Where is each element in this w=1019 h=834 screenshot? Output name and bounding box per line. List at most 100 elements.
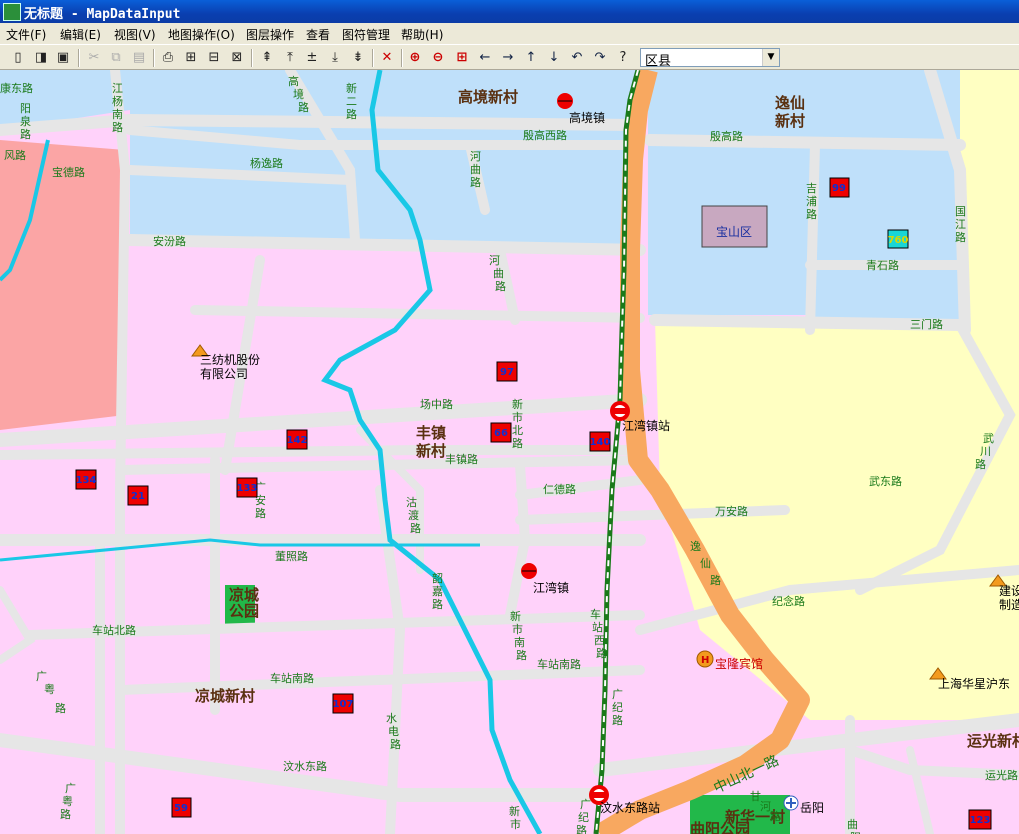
- help-icon[interactable]: ?: [613, 48, 633, 68]
- menu-edit[interactable]: 编辑(E): [60, 26, 101, 43]
- road-jiangyangnan-3: 南: [112, 108, 123, 121]
- road-yangquan-3: 路: [20, 128, 31, 141]
- menu-map-operation[interactable]: 地图操作(O): [168, 26, 235, 43]
- poi-jianshe-line2: 制造: [999, 598, 1019, 612]
- road-qingshi: 青石路: [866, 259, 899, 272]
- chevron-down-icon[interactable]: ▼: [762, 49, 779, 66]
- road-yixian-1: 逸: [690, 540, 701, 553]
- open-icon[interactable]: ◨: [31, 48, 51, 68]
- road-xiner-3: 路: [346, 108, 357, 121]
- map-canvas[interactable]: 宝山区 高境新村 逸仙 新村 丰镇 新村 凉城 公园 凉城新村 运光新村 曲阳公…: [0, 70, 1019, 834]
- road-shaoguang-2: 嘉: [432, 584, 443, 598]
- menu-file[interactable]: 文件(F): [6, 26, 46, 43]
- road-fengl: 风路: [4, 149, 26, 162]
- pan-up-icon[interactable]: ↑: [521, 48, 541, 68]
- add-area-layer-icon[interactable]: ⊠: [227, 48, 247, 68]
- road-xinshibei-1: 新: [512, 397, 523, 411]
- road-chezhanxi-4: 路: [596, 647, 607, 660]
- road-chezhanxi-3: 西: [594, 634, 605, 647]
- road-changzhong: 场中路: [420, 397, 453, 411]
- road-hequ2-1: 河: [489, 254, 500, 267]
- add-line-layer-icon[interactable]: ⊟: [204, 48, 224, 68]
- layer-middle-icon[interactable]: ±: [302, 48, 322, 68]
- area-fengzhen-xincun-line1: 丰镇: [416, 424, 446, 442]
- road-guangao-3: 路: [55, 702, 66, 715]
- title-bar[interactable]: 无标题 - MapDataInput: [0, 0, 1019, 23]
- layer-down-icon[interactable]: ⇟: [348, 48, 368, 68]
- menu-help[interactable]: 帮助(H): [401, 26, 443, 43]
- toolbar-separator: [372, 49, 374, 67]
- toolbar-separator: [251, 49, 253, 67]
- cut-icon[interactable]: ✂: [84, 48, 104, 68]
- number-marker: 59: [174, 803, 188, 814]
- road-jipu-3: 路: [806, 208, 817, 221]
- new-icon[interactable]: ▯: [8, 48, 28, 68]
- road-yingao: 殷高路: [710, 129, 743, 143]
- save-icon[interactable]: ▣: [53, 48, 73, 68]
- road-xinshi3-1: 新: [509, 804, 520, 818]
- menu-symbol-manage[interactable]: 图符管理: [342, 26, 390, 43]
- layer-bottom-icon[interactable]: ⤓: [325, 48, 345, 68]
- road-guangao-2: 粤: [44, 682, 55, 696]
- town-marker[interactable]: [557, 93, 573, 109]
- town-marker[interactable]: [521, 563, 537, 579]
- poi-baolong: 宝隆宾馆: [715, 656, 763, 671]
- redo-icon[interactable]: ↷: [590, 48, 610, 68]
- road-xiner-2: 二: [346, 95, 357, 108]
- layer-select[interactable]: 区县 ▼: [640, 48, 780, 69]
- road-guangao2-1: 广: [65, 782, 76, 795]
- menu-layer-operation[interactable]: 图层操作: [246, 26, 294, 43]
- poi-jiangwanzhen-station: 江湾镇站: [622, 418, 670, 433]
- road-gaojing-2: 境: [293, 87, 304, 101]
- road-chezhannan2: 车站南路: [270, 671, 314, 685]
- road-baode: 宝德路: [52, 165, 85, 179]
- road-shaoguang-3: 路: [432, 598, 443, 611]
- paste-icon[interactable]: ▤: [129, 48, 149, 68]
- road-guangao-1: 广: [36, 670, 47, 683]
- road-yixian-2: 仙: [700, 557, 711, 570]
- pan-down-icon[interactable]: ↓: [544, 48, 564, 68]
- menu-view[interactable]: 视图(V): [114, 26, 156, 43]
- copy-icon[interactable]: ⧉: [106, 48, 126, 68]
- district-area-west: [0, 140, 125, 430]
- station-marker[interactable]: [610, 401, 630, 421]
- road-wanan: 万安路: [715, 504, 748, 518]
- area-liangcheng-xincun: 凉城新村: [195, 687, 255, 705]
- road-jiangyangnan-4: 路: [112, 121, 123, 134]
- layer-top-icon[interactable]: ⤒: [280, 48, 300, 68]
- road-shuidian-3: 路: [390, 738, 401, 751]
- delete-icon[interactable]: ✕: [377, 48, 397, 68]
- poi-yueyang: 岳阳: [800, 801, 824, 815]
- road-hequ1-3: 路: [470, 176, 481, 189]
- number-marker: 134: [76, 475, 97, 486]
- zoom-in-icon[interactable]: ⊕: [405, 48, 425, 68]
- road-yanggao: 杨逸路: [250, 156, 283, 170]
- layer-up-icon[interactable]: ⇞: [257, 48, 277, 68]
- road-xinshi3-2: 市: [510, 817, 521, 831]
- road-xinshinan-3: 南: [514, 636, 525, 649]
- hospital-icon[interactable]: [783, 795, 799, 811]
- area-yunguang-xincun: 运光新村: [967, 732, 1019, 750]
- toolbar: ▯ ◨ ▣ ✂ ⧉ ▤ ⎙ ⊞ ⊟ ⊠ ⇞ ⤒ ± ⤓ ⇟ ✕ ⊕ ⊖ ⊞ ← …: [0, 44, 1019, 70]
- road-gaojing-1: 高: [288, 74, 299, 88]
- undo-icon[interactable]: ↶: [567, 48, 587, 68]
- menu-inspect[interactable]: 查看: [306, 26, 330, 43]
- number-marker: 21: [131, 491, 145, 502]
- number-marker: 97: [500, 367, 514, 378]
- number-marker: 760: [888, 235, 909, 246]
- full-extent-icon[interactable]: ⊞: [452, 48, 472, 68]
- road-yangquan-2: 泉: [20, 114, 31, 128]
- poi-jianshe-line1: 建设: [999, 584, 1019, 598]
- pan-right-icon[interactable]: →: [498, 48, 518, 68]
- road-dongzhao: 董照路: [275, 550, 308, 563]
- road-jiangyangnan-2: 杨: [112, 94, 123, 108]
- zoom-out-icon[interactable]: ⊖: [428, 48, 448, 68]
- map-svg[interactable]: 宝山区 高境新村 逸仙 新村 丰镇 新村 凉城 公园 凉城新村 运光新村 曲阳公…: [0, 70, 1019, 834]
- pan-left-icon[interactable]: ←: [475, 48, 495, 68]
- road-xinshibei-2: 市: [512, 410, 523, 424]
- print-icon[interactable]: ⎙: [158, 48, 178, 68]
- add-point-layer-icon[interactable]: ⊞: [181, 48, 201, 68]
- number-marker: 107: [333, 699, 354, 710]
- road-wenshuidong: 汶水东路: [283, 759, 327, 773]
- road-guangji-3: 路: [612, 714, 623, 727]
